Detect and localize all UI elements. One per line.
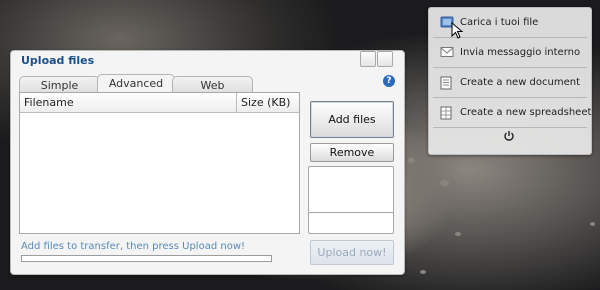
menu-item-new-spreadsheet[interactable]: Create a new spreadsheet bbox=[429, 102, 591, 124]
document-icon bbox=[440, 76, 452, 90]
upload-now-button[interactable]: Upload now! bbox=[310, 240, 394, 265]
menu-item-label: Carica i tuoi file bbox=[460, 17, 539, 28]
file-info-box bbox=[308, 166, 394, 215]
menu-item-message[interactable]: Invia messaggio interno bbox=[429, 42, 591, 64]
column-header-size[interactable]: Size (KB) bbox=[237, 93, 299, 113]
background-rock bbox=[455, 232, 461, 236]
question-icon[interactable]: ? bbox=[383, 75, 395, 87]
menu-item-new-document[interactable]: Create a new document bbox=[429, 72, 591, 94]
background-rock bbox=[590, 222, 595, 226]
close-button[interactable] bbox=[377, 51, 393, 67]
minimize-button[interactable] bbox=[360, 51, 376, 67]
status-hint: Add files to transfer, then press Upload… bbox=[21, 241, 246, 252]
background-rock bbox=[408, 158, 415, 163]
file-list[interactable]: Filename Size (KB) bbox=[19, 92, 300, 234]
upload-dialog: Upload files ? Simple Advanced Web Filen… bbox=[10, 50, 405, 275]
menu-item-label: Create a new spreadsheet bbox=[460, 107, 592, 118]
menu-divider bbox=[433, 97, 587, 98]
spreadsheet-icon bbox=[440, 106, 452, 120]
column-header-filename[interactable]: Filename bbox=[20, 93, 237, 113]
tab-advanced[interactable]: Advanced bbox=[97, 74, 175, 94]
power-icon[interactable] bbox=[502, 130, 516, 144]
add-files-button[interactable]: Add files bbox=[310, 101, 394, 138]
envelope-icon bbox=[440, 46, 454, 59]
mouse-cursor-icon bbox=[451, 21, 464, 43]
menu-divider bbox=[433, 127, 587, 128]
menu-divider bbox=[433, 67, 587, 68]
menu-item-label: Create a new document bbox=[460, 77, 581, 88]
menu-item-label: Invia messaggio interno bbox=[460, 47, 581, 58]
background-rock bbox=[440, 180, 449, 186]
file-info-field bbox=[308, 212, 394, 234]
upload-progress-bar bbox=[21, 255, 272, 262]
dialog-title: Upload files bbox=[21, 54, 95, 67]
remove-button[interactable]: Remove bbox=[310, 143, 394, 162]
background-rock bbox=[420, 270, 426, 274]
